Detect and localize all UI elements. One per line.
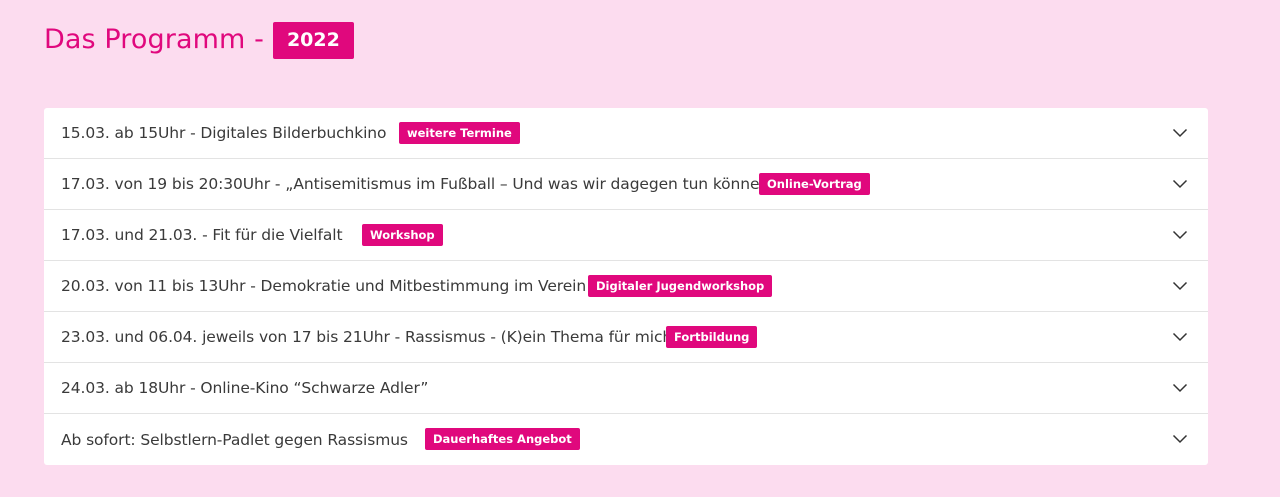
tag-badge: weitere Termine bbox=[399, 122, 520, 144]
accordion-item-title: 24.03. ab 18Uhr - Online-Kino “Schwarze … bbox=[61, 379, 429, 397]
accordion-item-title: 23.03. und 06.04. jeweils von 17 bis 21U… bbox=[61, 328, 681, 346]
page-title: Das Programm - bbox=[44, 23, 264, 55]
tag-badge: Fortbildung bbox=[666, 326, 758, 348]
accordion-item[interactable]: 17.03. und 21.03. - Fit für die Vielfalt… bbox=[44, 210, 1208, 261]
tag-badge: Digitaler Jugendworkshop bbox=[588, 275, 773, 297]
accordion-item-title: 15.03. ab 15Uhr - Digitales Bilderbuchki… bbox=[61, 124, 387, 142]
accordion-item-title: 17.03. und 21.03. - Fit für die Vielfalt bbox=[61, 226, 343, 244]
chevron-down-icon[interactable] bbox=[1172, 278, 1188, 294]
chevron-down-icon[interactable] bbox=[1172, 227, 1188, 243]
chevron-down-icon[interactable] bbox=[1172, 431, 1188, 447]
accordion-item-title: Ab sofort: Selbstlern-Padlet gegen Rassi… bbox=[61, 430, 408, 449]
accordion-item[interactable]: 23.03. und 06.04. jeweils von 17 bis 21U… bbox=[44, 312, 1208, 363]
tag-badge: Dauerhaftes Angebot bbox=[425, 428, 580, 450]
accordion-item[interactable]: 17.03. von 19 bis 20:30Uhr - „Antisemiti… bbox=[44, 159, 1208, 210]
chevron-down-icon[interactable] bbox=[1172, 380, 1188, 396]
accordion-item-title: 17.03. von 19 bis 20:30Uhr - „Antisemiti… bbox=[61, 175, 777, 193]
accordion-item-title: 20.03. von 11 bis 13Uhr - Demokratie und… bbox=[61, 277, 587, 295]
tag-badge: Online-Vortrag bbox=[759, 173, 870, 195]
accordion-item[interactable]: Ab sofort: Selbstlern-Padlet gegen Rassi… bbox=[44, 414, 1208, 465]
chevron-down-icon[interactable] bbox=[1172, 176, 1188, 192]
chevron-down-icon[interactable] bbox=[1172, 329, 1188, 345]
accordion-item[interactable]: 20.03. von 11 bis 13Uhr - Demokratie und… bbox=[44, 261, 1208, 312]
program-accordion: 15.03. ab 15Uhr - Digitales Bilderbuchki… bbox=[44, 108, 1208, 465]
year-badge: 2022 bbox=[272, 22, 354, 59]
accordion-item[interactable]: 24.03. ab 18Uhr - Online-Kino “Schwarze … bbox=[44, 363, 1208, 414]
chevron-down-icon[interactable] bbox=[1172, 125, 1188, 141]
accordion-item[interactable]: 15.03. ab 15Uhr - Digitales Bilderbuchki… bbox=[44, 108, 1208, 159]
tag-badge: Workshop bbox=[362, 224, 443, 246]
page-header: Das Programm - 2022 bbox=[44, 20, 354, 59]
